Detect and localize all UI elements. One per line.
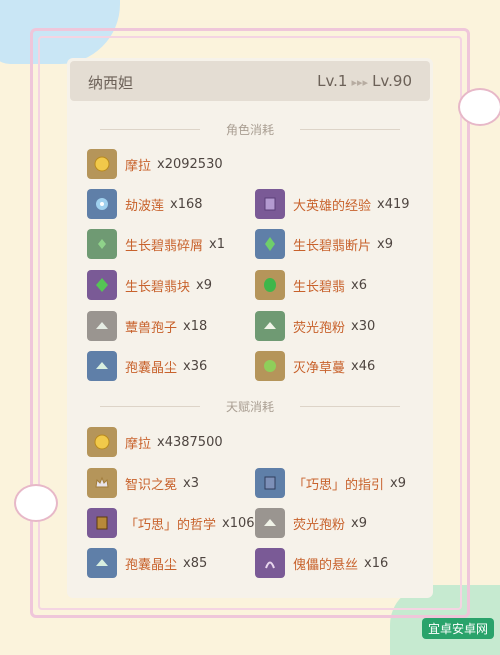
level-to: Lv.90 [372,72,412,90]
list-item: 灭净草蔓 x46 [255,351,375,381]
item-qty: x9 [390,475,406,491]
list-item: 生长碧翡块 x9 [87,270,212,300]
character-name: 纳西妲 [88,74,134,92]
item-name: 生长碧翡碎屑 [125,238,204,254]
pollen-icon [255,508,285,538]
jade-gemstone-icon [255,270,285,300]
item-qty: x18 [183,318,208,334]
item-qty: x9 [196,277,212,293]
item-name: 生长碧翡 [293,279,346,295]
item-name: 灭净草蔓 [293,360,346,376]
list-item: 生长碧翡断片 x9 [255,229,393,259]
item-name: 荧光孢粉 [293,517,346,533]
item-qty: x36 [183,358,208,374]
arrow-icon: ▸▸▸ [351,76,369,89]
item-qty: x9 [377,236,393,252]
character-header: 纳西妲 Lv.1 ▸▸▸ Lv.90 [70,61,430,101]
item-name: 生长碧翡断片 [293,238,372,254]
list-item: 摩拉 x4387500 [87,427,223,457]
talent-section-title: 天赋消耗 [90,398,410,414]
talent-book-icon [87,508,117,538]
item-name: 摩拉 [125,436,152,452]
item-qty: x4387500 [157,434,223,450]
list-item: 傀儡的悬丝 x16 [255,548,388,578]
pollen-icon [255,311,285,341]
item-name: 孢囊晶尘 [125,557,178,573]
watermark: 宜卓安卓网 [421,618,494,639]
cute-face-decoration [458,88,500,126]
crystal-dust-icon [87,548,117,578]
list-item: 蕈兽孢子 x18 [87,311,207,341]
item-name: 智识之冕 [125,477,178,493]
item-qty: x16 [364,555,389,571]
jade-fragment-icon [255,229,285,259]
list-item: 荧光孢粉 x30 [255,311,375,341]
mora-coin-icon [87,149,117,179]
item-qty: x9 [351,515,367,531]
level-from: Lv.1 [317,72,348,90]
list-item: 生长碧翡 x6 [255,270,367,300]
flower-icon [87,189,117,219]
level-range: Lv.1 ▸▸▸ Lv.90 [317,72,412,90]
list-item: 劫波莲 x168 [87,189,203,219]
item-qty: x46 [351,358,376,374]
ascension-section-title: 角色消耗 [90,121,410,137]
item-name: 大英雄的经验 [293,198,372,214]
book-icon [255,189,285,219]
crown-icon [87,468,117,498]
item-qty: x1 [209,236,225,252]
item-name: 生长碧翡块 [125,279,191,295]
list-item: 大英雄的经验 x419 [255,189,410,219]
crystal-dust-icon [87,351,117,381]
plant-icon [255,351,285,381]
jade-chunk-icon [87,270,117,300]
item-name: 蕈兽孢子 [125,320,178,336]
item-qty: x30 [351,318,376,334]
jade-sliver-icon [87,229,117,259]
list-item: 荧光孢粉 x9 [255,508,367,538]
item-qty: x3 [183,475,199,491]
list-item: 摩拉 x2092530 [87,149,223,179]
item-name: 荧光孢粉 [293,320,346,336]
talent-book-icon [255,468,285,498]
item-qty: x168 [170,196,203,212]
item-qty: x6 [351,277,367,293]
list-item: 生长碧翡碎屑 x1 [87,229,225,259]
item-name: 孢囊晶尘 [125,360,178,376]
item-qty: x419 [377,196,410,212]
list-item: 「巧思」的哲学 x106 [87,508,255,538]
list-item: 孢囊晶尘 x36 [87,351,207,381]
spore-icon [87,311,117,341]
item-name: 「巧思」的指引 [293,477,385,493]
item-qty: x2092530 [157,156,223,172]
puppet-string-icon [255,548,285,578]
list-item: 「巧思」的指引 x9 [255,468,406,498]
item-name: 傀儡的悬丝 [293,557,359,573]
item-qty: x106 [222,515,255,531]
mora-coin-icon [87,427,117,457]
list-item: 孢囊晶尘 x85 [87,548,207,578]
item-name: 「巧思」的哲学 [125,517,217,533]
item-name: 劫波莲 [125,198,165,214]
item-name: 摩拉 [125,158,152,174]
cute-face-decoration [14,484,58,522]
item-qty: x85 [183,555,208,571]
list-item: 智识之冕 x3 [87,468,199,498]
